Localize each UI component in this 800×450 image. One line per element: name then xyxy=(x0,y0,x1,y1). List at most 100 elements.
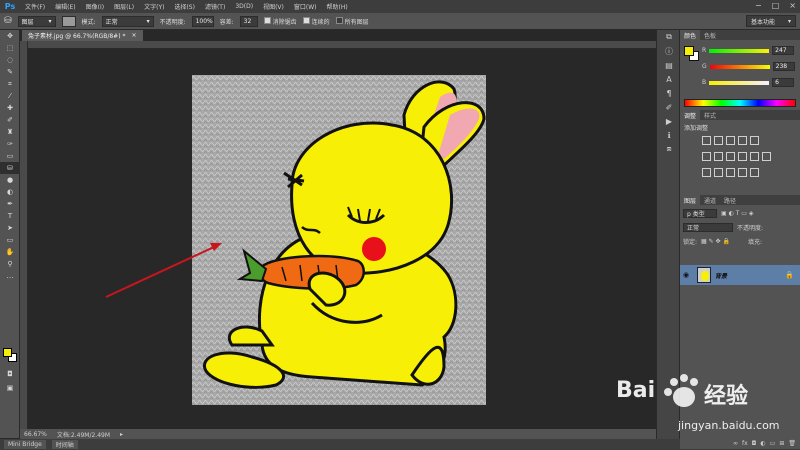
menu-filter[interactable]: 滤镜(T) xyxy=(200,2,230,11)
path-select-tool-icon[interactable]: ➤ xyxy=(0,222,20,234)
move-tool-icon[interactable]: ✥ xyxy=(0,30,20,42)
posterize-icon[interactable] xyxy=(714,168,723,177)
menu-select[interactable]: 选择(S) xyxy=(169,2,200,11)
blur-tool-icon[interactable]: ● xyxy=(0,174,20,186)
brightness-icon[interactable] xyxy=(702,136,711,145)
exposure-icon[interactable] xyxy=(738,136,747,145)
properties-icon[interactable]: ⓘ xyxy=(657,44,681,58)
blue-value-field[interactable]: 6 xyxy=(772,78,795,87)
levels-icon[interactable] xyxy=(714,136,723,145)
status-menu-arrow-icon[interactable]: ▸ xyxy=(120,431,123,438)
menu-layer[interactable]: 图层(L) xyxy=(109,2,139,11)
menu-window[interactable]: 窗口(W) xyxy=(289,2,322,11)
tab-swatches[interactable]: 色板 xyxy=(700,30,720,40)
zoom-level[interactable]: 66.67% xyxy=(24,431,47,438)
red-value-field[interactable]: 247 xyxy=(772,46,795,55)
layer-row-background[interactable]: ◉ 背景 🔒 xyxy=(680,265,800,285)
link-icon[interactable]: ∞ xyxy=(733,440,738,447)
eye-icon[interactable]: ◉ xyxy=(683,271,693,279)
menu-image[interactable]: 图像(I) xyxy=(81,2,109,11)
pattern-swatch[interactable] xyxy=(61,15,76,27)
green-value-field[interactable]: 238 xyxy=(772,62,795,71)
group-icon[interactable]: ▭ xyxy=(770,440,776,447)
close-tab-icon[interactable]: × xyxy=(131,32,136,39)
clone-source-icon[interactable]: ⧈ xyxy=(657,142,681,156)
tab-channels[interactable]: 通道 xyxy=(700,195,720,205)
gradient-map-icon[interactable] xyxy=(738,168,747,177)
brush-tool-icon[interactable]: ✐ xyxy=(0,114,20,126)
color-balance-icon[interactable] xyxy=(714,152,723,161)
antialias-checkbox[interactable]: 消除锯齿 xyxy=(263,16,297,26)
tab-styles[interactable]: 样式 xyxy=(700,110,720,120)
blend-mode-select[interactable]: 正常 xyxy=(683,223,733,232)
opacity-field[interactable]: 100% xyxy=(191,15,214,27)
screen-mode-icon[interactable]: ▣ xyxy=(0,382,20,394)
healing-tool-icon[interactable]: ✚ xyxy=(0,102,20,114)
hand-tool-icon[interactable]: ✋ xyxy=(0,246,20,258)
stamp-tool-icon[interactable]: ♜ xyxy=(0,126,20,138)
document-tab[interactable]: 兔子素材.jpg @ 66.7%(RGB/8#) * × xyxy=(22,30,143,41)
maximize-icon[interactable]: □ xyxy=(772,1,780,10)
adjustment-layer-icon[interactable]: ◐ xyxy=(760,440,765,447)
fx-icon[interactable]: fx xyxy=(742,440,748,447)
tab-adjustments[interactable]: 调整 xyxy=(680,110,701,120)
menu-type[interactable]: 文字(Y) xyxy=(139,2,169,11)
history-icon[interactable]: ⧉ xyxy=(657,30,681,44)
marquee-tool-icon[interactable]: ⬚ xyxy=(0,42,20,54)
more-tools-icon[interactable]: … xyxy=(0,270,20,282)
green-slider[interactable] xyxy=(709,64,770,69)
close-icon[interactable]: × xyxy=(789,1,796,10)
actions-icon[interactable]: ▶ xyxy=(657,114,681,128)
eraser-tool-icon[interactable]: ▭ xyxy=(0,150,20,162)
paint-bucket-tool-icon[interactable]: ⛁ xyxy=(0,162,20,174)
threshold-icon[interactable] xyxy=(726,168,735,177)
quick-mask-icon[interactable]: ◘ xyxy=(0,368,20,380)
paint-bucket-icon[interactable]: ⛁ xyxy=(4,16,12,26)
fill-source-select[interactable]: 图层 ▾ xyxy=(17,15,56,27)
foreground-color-swatch[interactable] xyxy=(3,348,12,357)
canvas-area[interactable] xyxy=(28,49,656,429)
trash-icon[interactable]: 🗑 xyxy=(788,440,796,447)
vibrance-icon[interactable] xyxy=(750,136,759,145)
tolerance-field[interactable]: 32 xyxy=(239,15,258,27)
blue-slider[interactable] xyxy=(709,80,770,85)
shape-tool-icon[interactable]: ▭ xyxy=(0,234,20,246)
contiguous-checkbox[interactable]: 连续的 xyxy=(302,16,330,26)
tab-mini-bridge[interactable]: Mini Bridge xyxy=(4,440,46,449)
black-white-icon[interactable] xyxy=(726,152,735,161)
photo-filter-icon[interactable] xyxy=(738,152,747,161)
tab-paths[interactable]: 路径 xyxy=(720,195,740,205)
paragraph-icon[interactable]: ¶ xyxy=(657,86,681,100)
lasso-tool-icon[interactable]: ◌ xyxy=(0,54,20,66)
info-icon[interactable]: ℹ xyxy=(657,128,681,142)
workspace-select[interactable]: 基本功能 ▾ xyxy=(746,15,796,27)
filter-icons[interactable]: ▣ ◐ T ▭ ◈ xyxy=(721,210,753,217)
tab-color[interactable]: 颜色 xyxy=(680,30,701,40)
quick-select-tool-icon[interactable]: ✎ xyxy=(0,66,20,78)
menu-help[interactable]: 帮助(H) xyxy=(322,2,353,11)
brush-icon[interactable]: ✐ xyxy=(657,100,681,114)
mode-select[interactable]: 正常 ▾ xyxy=(101,15,154,27)
pen-tool-icon[interactable]: ✒ xyxy=(0,198,20,210)
foreground-color-chip[interactable] xyxy=(684,46,694,56)
crop-tool-icon[interactable]: ⌗ xyxy=(0,78,20,90)
color-spectrum-bar[interactable] xyxy=(684,99,796,107)
zoom-tool-icon[interactable]: ⚲ xyxy=(0,258,20,270)
minimize-icon[interactable]: − xyxy=(755,1,762,10)
history-brush-tool-icon[interactable]: ✑ xyxy=(0,138,20,150)
menu-view[interactable]: 视图(V) xyxy=(258,2,289,11)
tab-timeline[interactable]: 时间轴 xyxy=(51,440,78,449)
layer-filter-select[interactable]: p 类型 xyxy=(683,209,717,218)
menu-3d[interactable]: 3D(D) xyxy=(230,3,258,10)
all-layers-checkbox[interactable]: 所有图层 xyxy=(335,16,369,26)
brush-preset-icon[interactable]: ▤ xyxy=(657,58,681,72)
character-icon[interactable]: A xyxy=(657,72,681,86)
eyedropper-tool-icon[interactable]: ⁄ xyxy=(0,90,20,102)
curves-icon[interactable] xyxy=(726,136,735,145)
menu-edit[interactable]: 编辑(E) xyxy=(50,2,80,11)
type-tool-icon[interactable]: T xyxy=(0,210,20,222)
mask-icon[interactable]: ◘ xyxy=(752,440,757,447)
lock-icons[interactable]: ▦ ✎ ✥ 🔒 xyxy=(701,238,730,245)
dodge-tool-icon[interactable]: ◐ xyxy=(0,186,20,198)
menu-file[interactable]: 文件(F) xyxy=(20,2,50,11)
